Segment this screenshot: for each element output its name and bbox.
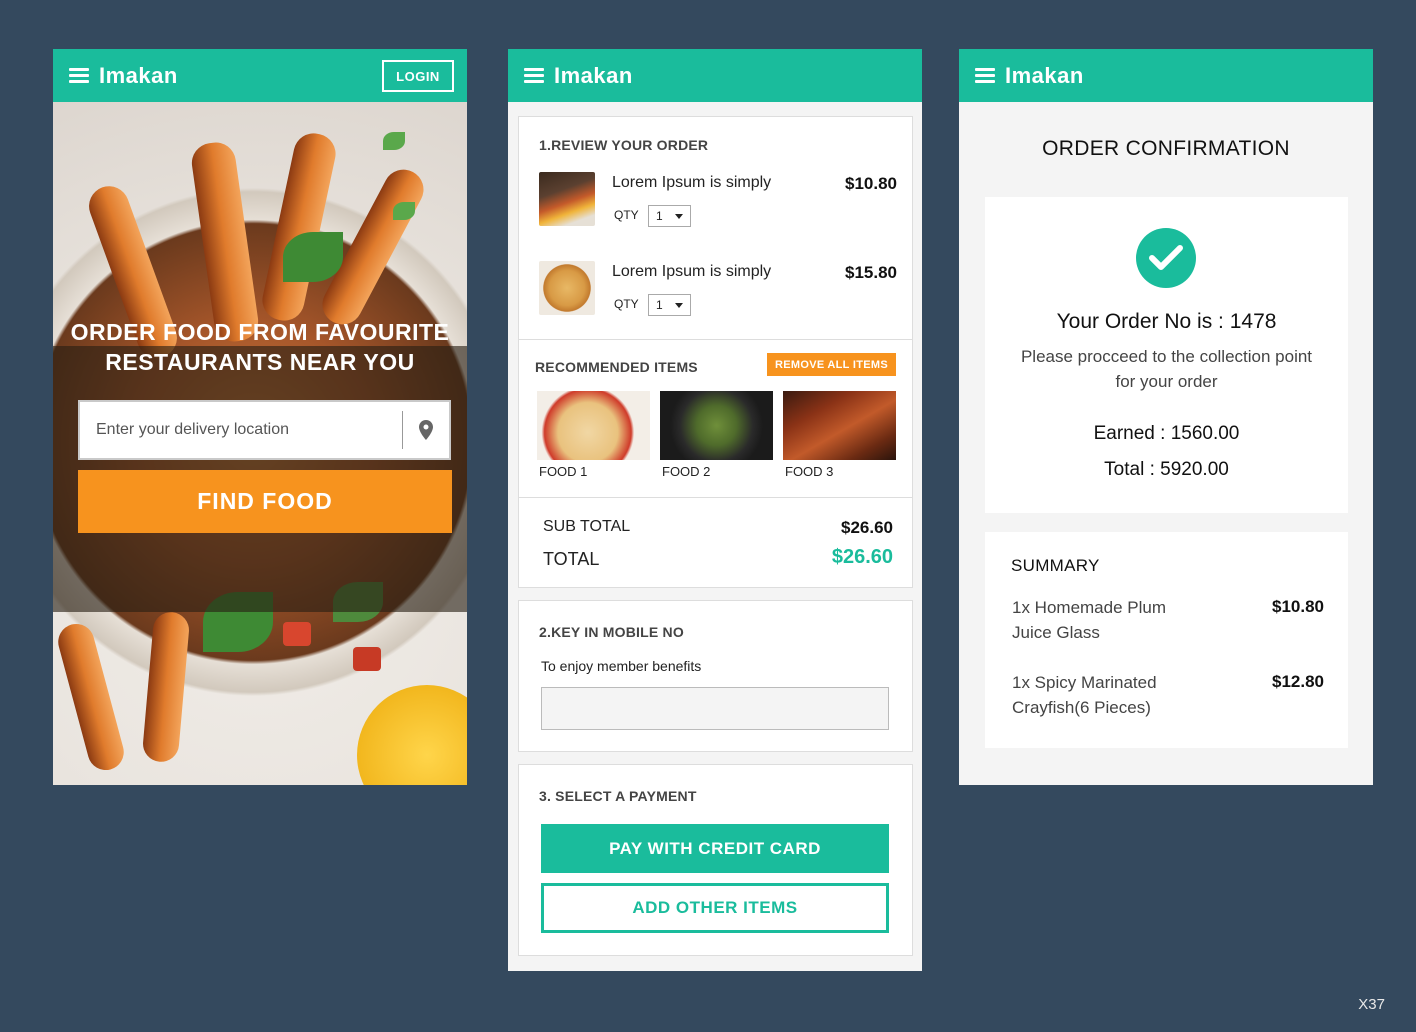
location-input[interactable] <box>80 402 402 458</box>
qty-select[interactable]: 1 <box>648 294 691 316</box>
food-thumbnail <box>660 391 773 460</box>
brand-logo: Imakan <box>554 62 633 88</box>
caret-down-icon <box>675 214 683 219</box>
recommended-label: FOOD 3 <box>785 464 834 479</box>
veg-piece <box>283 622 311 646</box>
food-thumbnail <box>537 391 650 460</box>
check-circle-icon <box>1136 228 1196 288</box>
find-food-button[interactable]: FIND FOOD <box>78 470 452 533</box>
brand-logo: Imakan <box>1005 62 1084 88</box>
herb-leaf <box>283 232 343 282</box>
recommended-section: RECOMMENDED ITEMS REMOVE ALL ITEMS FOOD … <box>519 339 912 497</box>
menu-icon[interactable] <box>975 68 995 83</box>
subtotal-label: SUB TOTAL <box>543 518 631 535</box>
food-thumbnail <box>539 261 595 315</box>
login-button[interactable]: LOGIN <box>382 60 454 92</box>
recommended-title: RECOMMENDED ITEMS <box>535 359 698 375</box>
recommended-item[interactable]: FOOD 2 <box>660 391 773 479</box>
food-thumbnail <box>783 391 896 460</box>
summary-item-price: $10.80 <box>1272 597 1324 616</box>
mobile-input[interactable] <box>541 687 889 730</box>
item-price: $15.80 <box>845 263 897 282</box>
menu-icon[interactable] <box>524 68 544 83</box>
location-search-box <box>78 400 451 460</box>
map-pin-icon[interactable] <box>403 420 449 440</box>
app-header: Imakan <box>508 49 922 102</box>
summary-card: SUMMARY 1x Homemade Plum Juice Glass $10… <box>985 532 1348 748</box>
confirmation-screen: Imakan ORDER CONFIRMATION Your Order No … <box>959 49 1373 785</box>
item-name: Lorem Ipsum is simply <box>612 263 772 280</box>
order-number: Your Order No is : 1478 <box>1056 310 1277 333</box>
veg-piece <box>353 647 381 671</box>
hero-title: ORDER FOOD FROM FAVOURITE RESTAURANTS NE… <box>53 317 467 377</box>
herb-leaf <box>393 202 415 220</box>
caret-down-icon <box>675 303 683 308</box>
mobile-card: 2.KEY IN MOBILE NO To enjoy member benef… <box>518 600 913 752</box>
brand-logo: Imakan <box>99 62 178 88</box>
herb-leaf <box>383 132 405 150</box>
add-other-items-button[interactable]: ADD OTHER ITEMS <box>541 883 889 933</box>
summary-item-name: 1x Spicy Marinated Crayfish(6 Pieces) <box>1012 673 1157 717</box>
recommended-label: FOOD 1 <box>539 464 588 479</box>
recommended-label: FOOD 2 <box>662 464 711 479</box>
confirmation-card: Your Order No is : 1478 Please procceed … <box>985 197 1348 513</box>
artboard-code: X37 <box>1358 996 1385 1013</box>
total-label: TOTAL <box>543 549 600 569</box>
qty-label: QTY <box>614 297 639 311</box>
summary-item-name: 1x Homemade Plum Juice Glass <box>1012 598 1167 642</box>
remove-all-button[interactable]: REMOVE ALL ITEMS <box>767 353 896 376</box>
order-item: Lorem Ipsum is simply $10.80 QTY 1 <box>539 172 897 228</box>
menu-icon[interactable] <box>69 68 89 83</box>
order-item: Lorem Ipsum is simply $15.80 QTY 1 <box>539 261 897 317</box>
home-screen: Imakan LOGIN ORDER FOOD FROM FAVOURITE R… <box>53 49 467 785</box>
payment-title: 3. SELECT A PAYMENT <box>539 788 697 804</box>
payment-card: 3. SELECT A PAYMENT PAY WITH CREDIT CARD… <box>518 764 913 956</box>
qty-label: QTY <box>614 208 639 222</box>
subtotal-row: SUB TOTAL $26.60 <box>543 518 893 537</box>
total-row: TOTAL $26.60 <box>543 546 893 570</box>
hero-title-line1: ORDER FOOD FROM FAVOURITE <box>70 319 450 345</box>
total-value: $26.60 <box>831 546 893 568</box>
summary-item: 1x Homemade Plum Juice Glass $10.80 <box>1012 595 1324 645</box>
earned-points: Earned : 1560.00 <box>1093 423 1240 444</box>
hero-title-line2: RESTAURANTS NEAR YOU <box>105 349 415 375</box>
qty-value: 1 <box>656 209 663 223</box>
app-header: Imakan <box>959 49 1373 102</box>
summary-title: SUMMARY <box>1011 556 1100 575</box>
item-name: Lorem Ipsum is simply <box>612 174 772 191</box>
pay-credit-card-button[interactable]: PAY WITH CREDIT CARD <box>541 824 889 873</box>
mobile-subtitle: To enjoy member benefits <box>541 658 702 674</box>
divider <box>519 497 912 498</box>
order-total: Total : 5920.00 <box>1104 459 1229 480</box>
recommended-item[interactable]: FOOD 1 <box>537 391 650 479</box>
qty-select[interactable]: 1 <box>648 205 691 227</box>
summary-item: 1x Spicy Marinated Crayfish(6 Pieces) $1… <box>1012 670 1324 720</box>
app-header: Imakan LOGIN <box>53 49 467 102</box>
confirmation-title: ORDER CONFIRMATION <box>1042 137 1290 160</box>
review-title: 1.REVIEW YOUR ORDER <box>539 137 709 153</box>
summary-item-price: $12.80 <box>1272 672 1324 691</box>
item-price: $10.80 <box>845 174 897 193</box>
recommended-item[interactable]: FOOD 3 <box>783 391 896 479</box>
qty-value: 1 <box>656 298 663 312</box>
mobile-title: 2.KEY IN MOBILE NO <box>539 624 684 640</box>
food-thumbnail <box>539 172 595 226</box>
order-screen: Imakan 1.REVIEW YOUR ORDER Lorem Ipsum i… <box>508 49 922 971</box>
subtotal-value: $26.60 <box>841 518 893 537</box>
proceed-text: Please procceed to the collection point … <box>1020 347 1313 391</box>
review-order-card: 1.REVIEW YOUR ORDER Lorem Ipsum is simpl… <box>518 116 913 588</box>
